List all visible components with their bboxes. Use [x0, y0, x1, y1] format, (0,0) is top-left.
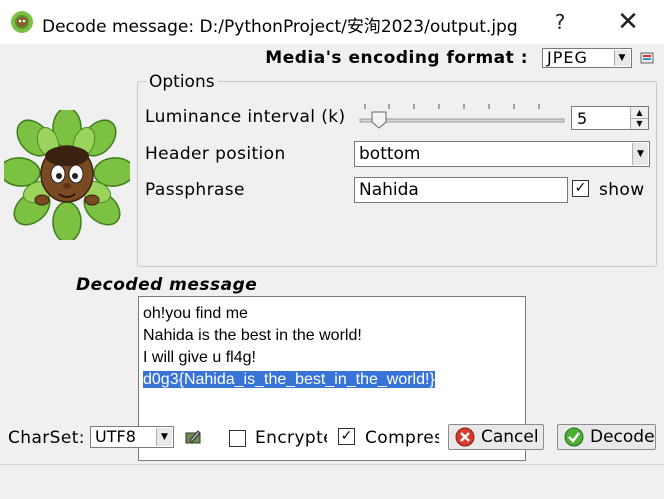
- cancel-label: Cancel: [481, 427, 539, 447]
- header-position-value: bottom: [359, 143, 421, 164]
- show-passphrase-checkbox[interactable]: ✓: [572, 180, 589, 197]
- encrypted-label: Encrypted: [255, 428, 327, 448]
- options-legend: Options: [146, 72, 218, 92]
- encoding-format-value: JPEG: [547, 48, 588, 67]
- chevron-down-icon: ▼: [156, 428, 172, 446]
- message-line: Nahida is the best in the world!: [143, 327, 362, 344]
- luminance-label: Luminance interval (k): [145, 107, 346, 127]
- luminance-slider[interactable]: [356, 100, 566, 130]
- charset-select[interactable]: UTF8 ▼: [90, 426, 174, 448]
- decode-button[interactable]: Decode: [557, 424, 656, 450]
- passphrase-label: Passphrase: [145, 180, 245, 200]
- check-icon: [564, 427, 584, 447]
- message-line: I will give u fl4g!: [143, 349, 256, 366]
- chevron-down-icon: ▼: [614, 50, 630, 66]
- show-passphrase-label: show: [599, 180, 645, 200]
- title-bar: Decode message: D:/PythonProject/安洵2023/…: [0, 0, 664, 44]
- decode-label: Decode: [590, 427, 655, 447]
- window-title: Decode message: D:/PythonProject/安洵2023/…: [42, 17, 518, 37]
- decoded-message-label: Decoded message: [76, 275, 258, 295]
- encoding-format-label: Media's encoding format :: [265, 48, 528, 68]
- header-position-select[interactable]: bottom ▼: [354, 141, 650, 167]
- compressed-label: Compressed: [365, 428, 439, 448]
- spin-up-icon[interactable]: ▲: [631, 107, 648, 118]
- close-icon: ✕: [617, 7, 639, 37]
- encoding-format-select[interactable]: JPEG ▼: [542, 48, 632, 68]
- passphrase-input[interactable]: Nahida: [354, 177, 568, 203]
- checkmark-icon: ✓: [340, 428, 353, 444]
- message-line: oh!you find me: [143, 305, 248, 322]
- luminance-spinner[interactable]: 5 ▲ ▼: [571, 106, 649, 130]
- charset-value: UTF8: [95, 427, 136, 446]
- close-button[interactable]: ✕: [608, 6, 648, 38]
- edit-charset-icon[interactable]: [184, 428, 204, 446]
- spin-down-icon[interactable]: ▼: [631, 117, 648, 129]
- checkmark-icon: ✓: [574, 180, 587, 196]
- message-line-selected: d0g3{Nahida_is_the_best_in_the_world!}: [143, 371, 435, 388]
- mascot-logo: [4, 110, 130, 240]
- app-icon: [11, 11, 33, 33]
- chevron-down-icon: ▼: [632, 143, 648, 165]
- charset-label: CharSet:: [8, 428, 85, 448]
- compressed-checkbox[interactable]: ✓: [338, 428, 355, 445]
- luminance-value: 5: [577, 108, 588, 128]
- format-info-icon[interactable]: [640, 52, 656, 66]
- cancel-button[interactable]: Cancel: [448, 424, 544, 450]
- bottom-toolbar: [0, 464, 664, 499]
- encrypted-checkbox[interactable]: [229, 430, 246, 447]
- passphrase-value: Nahida: [359, 180, 419, 200]
- cancel-icon: [455, 427, 475, 447]
- header-position-label: Header position: [145, 144, 286, 164]
- help-button[interactable]: ?: [540, 6, 580, 38]
